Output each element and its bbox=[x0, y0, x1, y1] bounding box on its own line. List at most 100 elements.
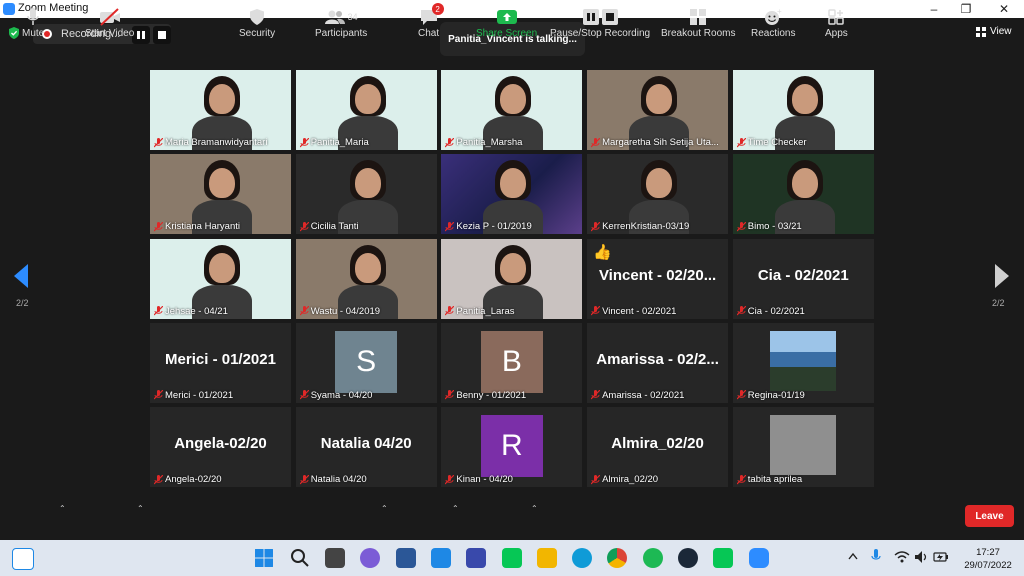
muted-microphone-icon bbox=[736, 390, 746, 400]
file-explorer-icon[interactable] bbox=[537, 548, 557, 568]
chrome-browser-icon[interactable] bbox=[607, 548, 627, 568]
participant-tile[interactable]: Cicilia Tanti bbox=[295, 154, 437, 235]
participant-name-label: tabita aprilea bbox=[736, 474, 802, 485]
participant-tile[interactable]: Merici - 01/2021 Merici - 01/2021 bbox=[150, 322, 291, 403]
participant-display-name: Angela-02/20 bbox=[174, 435, 267, 453]
participant-tile[interactable]: Panitia_Maria bbox=[295, 70, 437, 150]
participant-silhouette-face bbox=[209, 84, 235, 114]
participant-tile[interactable]: Cia - 02/2021 Cia - 02/2021 bbox=[732, 238, 874, 319]
share-options-chevron-icon[interactable]: ⌃ bbox=[531, 504, 538, 513]
muted-microphone-icon bbox=[445, 474, 455, 485]
apps-label: Apps bbox=[825, 28, 848, 39]
participant-tile[interactable]: Margaretha Sih Setija Uta... bbox=[587, 70, 729, 150]
start-video-button[interactable]: Start Video bbox=[85, 6, 134, 39]
participant-tile[interactable]: Panitia_Laras bbox=[441, 238, 583, 319]
participant-video bbox=[769, 330, 836, 391]
muted-microphone-icon bbox=[445, 306, 455, 316]
participant-name-label: Kristiana Haryanti bbox=[154, 221, 240, 232]
word-icon[interactable] bbox=[396, 548, 416, 568]
participants-options-chevron-icon[interactable]: ⌃ bbox=[381, 504, 388, 513]
participant-tile[interactable]: Jehsae - 04/21 bbox=[150, 238, 291, 319]
participant-tile[interactable]: S Syama - 04/20 bbox=[295, 322, 437, 403]
editor-app-icon[interactable] bbox=[466, 548, 486, 568]
muted-microphone-icon bbox=[736, 137, 746, 147]
participant-tile[interactable]: Maria Bramanwidyantari bbox=[150, 70, 291, 150]
chat-button[interactable]: 2 Chat bbox=[418, 3, 444, 39]
taskbar-clock[interactable]: 17:27 29/07/2022 bbox=[958, 546, 1018, 572]
security-button[interactable]: Security bbox=[239, 6, 275, 39]
participant-name: Cicilia Tanti bbox=[310, 221, 359, 233]
participant-name-label: Panitia_Laras bbox=[445, 306, 515, 317]
muted-microphone-icon bbox=[154, 221, 163, 232]
participant-tile[interactable]: Kezia P - 01/2019 bbox=[441, 154, 583, 235]
steam-icon[interactable] bbox=[678, 548, 698, 568]
microphone-icon bbox=[27, 8, 39, 25]
edge-browser-icon[interactable] bbox=[572, 548, 592, 568]
participant-tile[interactable]: Bimo - 03/21 bbox=[732, 154, 874, 235]
windows-taskbar: 17:27 29/07/2022 bbox=[0, 540, 1024, 576]
audio-options-chevron-icon[interactable]: ⌃ bbox=[59, 504, 66, 513]
zoom-taskbar-icon[interactable] bbox=[749, 548, 769, 568]
participant-name-label: Benny - 01/2021 bbox=[445, 390, 526, 401]
participant-tile[interactable]: Panitia_Marsha bbox=[441, 70, 583, 150]
muted-microphone-icon bbox=[154, 390, 163, 400]
participant-name-label: Cicilia Tanti bbox=[299, 221, 359, 233]
participant-silhouette-face bbox=[791, 168, 818, 199]
previous-page-icon[interactable] bbox=[14, 264, 30, 288]
chat-options-chevron-icon[interactable]: ⌃ bbox=[452, 504, 459, 513]
wifi-icon[interactable] bbox=[894, 550, 910, 564]
participants-icon bbox=[324, 10, 345, 24]
maximize-button[interactable]: ❐ bbox=[948, 0, 984, 18]
participant-tile[interactable]: Time Checker bbox=[732, 70, 874, 150]
participant-tile[interactable]: Regina-01/19 bbox=[732, 322, 874, 403]
battery-charging-icon[interactable] bbox=[933, 550, 949, 564]
zoom-app-icon bbox=[3, 3, 15, 15]
participant-tile[interactable]: tabita aprilea bbox=[732, 407, 874, 488]
participant-tile[interactable]: Angela-02/20 Angela-02/20 bbox=[150, 407, 291, 488]
share-screen-button[interactable]: Share Screen bbox=[476, 6, 537, 39]
meeting-toolbar bbox=[0, 492, 1024, 540]
next-page-icon[interactable] bbox=[993, 264, 1009, 288]
teams-chat-icon[interactable] bbox=[360, 548, 380, 568]
reactions-button[interactable]: + Reactions bbox=[751, 6, 795, 39]
breakout-rooms-button[interactable]: Breakout Rooms bbox=[661, 6, 735, 39]
participant-name: Kristiana Haryanti bbox=[165, 221, 240, 233]
microphone-tray-icon[interactable] bbox=[871, 549, 881, 565]
video-options-chevron-icon[interactable]: ⌃ bbox=[137, 504, 144, 513]
participant-tile[interactable]: Natalia 04/20 Natalia 04/20 bbox=[295, 407, 437, 488]
widgets-icon[interactable] bbox=[12, 548, 34, 570]
participant-tile[interactable]: Wastu - 04/2019 bbox=[295, 238, 437, 319]
spotify-icon[interactable] bbox=[643, 548, 663, 568]
windows-start-icon[interactable] bbox=[254, 548, 274, 568]
encryption-shield-icon[interactable] bbox=[7, 26, 21, 40]
mute-button[interactable]: Mute bbox=[22, 6, 44, 39]
participant-name: Amarissa - 02/2021 bbox=[602, 389, 685, 401]
participant-silhouette-face bbox=[500, 168, 527, 199]
participant-tile[interactable]: R Kinan - 04/20 bbox=[441, 407, 583, 488]
participant-tile[interactable]: B Benny - 01/2021 bbox=[441, 322, 583, 403]
participant-tile[interactable]: Kristiana Haryanti bbox=[150, 154, 291, 235]
participant-tile[interactable]: Almira_02/20 Almira_02/20 bbox=[587, 407, 729, 488]
line-app-icon[interactable] bbox=[713, 548, 733, 568]
apps-button[interactable]: Apps bbox=[825, 6, 848, 39]
leave-button[interactable]: Leave bbox=[965, 505, 1014, 527]
pause-recording-button[interactable] bbox=[132, 26, 150, 44]
stop-recording-button[interactable] bbox=[153, 26, 171, 44]
participants-button[interactable]: 34 Participants bbox=[315, 6, 367, 39]
task-view-icon[interactable] bbox=[325, 548, 345, 568]
apps-icon bbox=[828, 9, 845, 25]
participant-tile[interactable]: Amarissa - 02/2... Amarissa - 02/2021 bbox=[587, 322, 729, 403]
close-button[interactable]: ✕ bbox=[986, 0, 1022, 18]
participant-name: Margaretha Sih Setija Uta... bbox=[602, 137, 719, 148]
minimize-button[interactable]: – bbox=[916, 0, 952, 18]
participant-tile[interactable]: Vincent - 02/20... 👍 Vincent - 02/2021 bbox=[587, 238, 729, 319]
view-button[interactable]: View bbox=[976, 26, 1012, 37]
search-icon[interactable] bbox=[290, 548, 310, 568]
mail-icon[interactable] bbox=[431, 548, 451, 568]
participant-tile[interactable]: KerrenKristian-03/19 bbox=[587, 154, 729, 235]
show-hidden-icons-chevron-icon[interactable] bbox=[848, 552, 858, 560]
pause-stop-recording-button[interactable]: Pause/Stop Recording bbox=[550, 6, 650, 39]
volume-icon[interactable] bbox=[914, 550, 928, 564]
line-icon[interactable] bbox=[502, 548, 522, 568]
muted-microphone-icon bbox=[299, 474, 309, 485]
